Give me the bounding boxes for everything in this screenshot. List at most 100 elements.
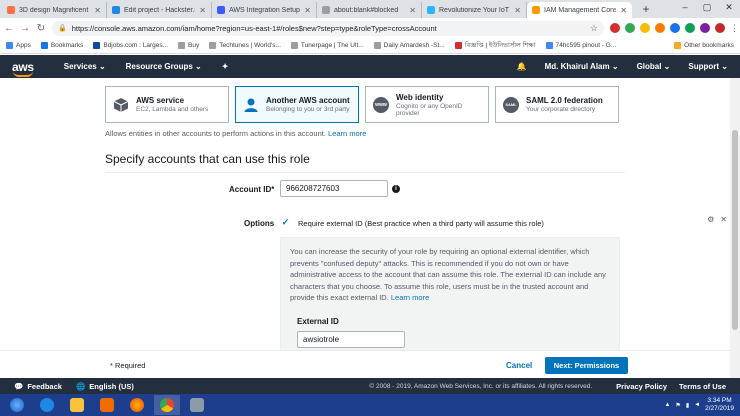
aws-footer: 💬 Feedback 🌐 English (US) © 2008 - 2019, A… bbox=[0, 378, 740, 394]
menu-dots-icon[interactable]: ⋮ bbox=[730, 23, 739, 33]
external-id-input[interactable]: awsiotrole bbox=[297, 331, 405, 348]
tab-title: Edit project - Hackster.io bbox=[124, 6, 196, 14]
new-tab-button[interactable]: + bbox=[638, 1, 654, 17]
close-icon[interactable]: ✕ bbox=[304, 6, 311, 15]
chevron-down-icon: ⌄ bbox=[98, 62, 106, 71]
extension-icon[interactable] bbox=[670, 23, 680, 33]
resource-groups-menu[interactable]: Resource Groups ⌄ bbox=[126, 62, 202, 71]
scrollbar-thumb[interactable] bbox=[732, 130, 738, 330]
internet-explorer-icon bbox=[40, 398, 54, 412]
taskbar-media[interactable] bbox=[94, 395, 120, 415]
tab-favicon-icon bbox=[217, 6, 225, 14]
bookmark-item[interactable]: Techtunes | World's... bbox=[209, 42, 281, 49]
close-icon[interactable]: ✕ bbox=[720, 215, 727, 224]
taskbar-ie[interactable] bbox=[34, 395, 60, 415]
back-icon[interactable]: ← bbox=[4, 23, 14, 34]
other-bookmarks[interactable]: Other bookmarks bbox=[674, 42, 734, 49]
browser-tab-active[interactable]: IAM Management Conso ✕ bbox=[527, 2, 632, 18]
extension-icon[interactable] bbox=[655, 23, 665, 33]
support-menu[interactable]: Support ⌄ bbox=[688, 62, 728, 71]
card-another-aws-account[interactable]: Another AWS account Belonging to you or 3… bbox=[235, 86, 359, 123]
profile-avatar[interactable] bbox=[715, 23, 725, 33]
tab-favicon-icon bbox=[112, 6, 120, 14]
learn-more-link[interactable]: Learn more bbox=[391, 293, 429, 302]
external-id-info-box: You can increase the security of your ro… bbox=[280, 237, 620, 350]
language-selector[interactable]: 🌐 English (US) bbox=[76, 382, 134, 391]
tab-title: about:blank#blocked bbox=[334, 6, 399, 14]
next-permissions-button[interactable]: Next: Permissions bbox=[545, 357, 628, 374]
close-icon[interactable]: ✕ bbox=[514, 6, 521, 15]
feedback-link[interactable]: 💬 Feedback bbox=[14, 382, 62, 391]
aws-logo[interactable]: aws bbox=[12, 60, 34, 77]
info-icon[interactable]: i bbox=[392, 185, 400, 193]
user-menu[interactable]: Md. Khairul Alam ⌄ bbox=[545, 62, 619, 71]
google-icon bbox=[545, 42, 553, 49]
extension-icon[interactable] bbox=[640, 23, 650, 33]
bookmark-item[interactable]: Bdjobs.com : Larges... bbox=[93, 42, 168, 49]
account-id-input[interactable]: 966208727603 bbox=[280, 180, 388, 197]
bookmark-item[interactable]: Daily Amardesh -St... bbox=[373, 42, 445, 49]
browser-tabstrip: 3D design Magnificent K ✕ Edit project - … bbox=[0, 0, 740, 18]
require-external-id-text: Require external ID (Best practice when … bbox=[298, 219, 544, 228]
windows-logo-icon bbox=[10, 398, 24, 412]
taskbar-chrome[interactable] bbox=[154, 395, 180, 415]
browser-tab[interactable]: Edit project - Hackster.io ✕ bbox=[107, 2, 212, 18]
media-player-icon bbox=[100, 398, 114, 412]
bookmark-item[interactable]: Apps bbox=[6, 42, 31, 49]
start-button[interactable] bbox=[4, 395, 30, 415]
bookmark-item[interactable]: Tunerpage | The Ult... bbox=[290, 42, 364, 49]
volume-icon[interactable]: ◄ bbox=[694, 402, 700, 408]
bookmark-favicon-icon bbox=[454, 42, 462, 49]
terms-of-use-link[interactable]: Terms of Use bbox=[679, 382, 726, 391]
network-icon[interactable]: ▮ bbox=[686, 402, 689, 409]
extension-icon[interactable] bbox=[700, 23, 710, 33]
browser-tab[interactable]: 3D design Magnificent K ✕ bbox=[2, 2, 107, 18]
wizard-action-bar: * Required Cancel Next: Permissions bbox=[0, 350, 730, 378]
close-icon[interactable]: ✕ bbox=[409, 6, 416, 15]
allow-description: Allows entities in other accounts to per… bbox=[105, 129, 367, 138]
bookmark-star-icon[interactable]: ☆ bbox=[590, 23, 598, 34]
forward-icon[interactable]: → bbox=[20, 23, 30, 34]
tray-arrow-icon[interactable]: ▲ bbox=[664, 402, 670, 408]
bookmark-item[interactable]: Buy bbox=[178, 42, 199, 49]
close-icon[interactable]: ✕ bbox=[199, 6, 206, 15]
external-id-label: External ID bbox=[297, 317, 339, 326]
taskbar-app[interactable] bbox=[184, 395, 210, 415]
flag-icon[interactable]: ⚑ bbox=[675, 402, 680, 409]
close-icon[interactable]: ✕ bbox=[620, 6, 627, 15]
bookmark-item[interactable]: Bookmarks bbox=[40, 42, 83, 49]
minimize-icon[interactable]: – bbox=[674, 0, 696, 14]
require-external-id-checkbox[interactable]: ✓ bbox=[281, 217, 290, 227]
tab-favicon-icon bbox=[7, 6, 15, 14]
apps-icon bbox=[6, 42, 13, 49]
services-menu[interactable]: Services ⌄ bbox=[64, 62, 106, 71]
extension-icon[interactable] bbox=[610, 23, 620, 33]
extension-icon[interactable] bbox=[685, 23, 695, 33]
taskbar-explorer[interactable] bbox=[64, 395, 90, 415]
taskbar-firefox[interactable] bbox=[124, 395, 150, 415]
pin-icon[interactable]: ✦ bbox=[222, 62, 229, 71]
card-web-identity[interactable]: www Web identity Cognito or any OpenID pr… bbox=[365, 86, 489, 123]
gear-icon[interactable]: ⚙ bbox=[707, 215, 714, 224]
browser-tab[interactable]: about:blank#blocked ✕ bbox=[317, 2, 422, 18]
reload-icon[interactable]: ↻ bbox=[36, 23, 46, 34]
bookmark-item[interactable]: 74hc595 pinout - G... bbox=[545, 42, 616, 49]
close-window-icon[interactable]: ✕ bbox=[718, 0, 740, 14]
page-scrollbar[interactable] bbox=[730, 78, 740, 378]
region-menu[interactable]: Global ⌄ bbox=[637, 62, 671, 71]
learn-more-link[interactable]: Learn more bbox=[328, 129, 366, 138]
card-saml-federation[interactable]: SAML SAML 2.0 federation Your corporate d… bbox=[495, 86, 619, 123]
address-bar[interactable]: 🔒 https://console.aws.amazon.com/iam/hom… bbox=[52, 20, 604, 36]
card-aws-service[interactable]: AWS service EC2, Lambda and others bbox=[105, 86, 229, 123]
bookmark-item[interactable]: বিজ্ঞপ্তি | ইউনিভার্সাল শিক্ষা bbox=[454, 40, 536, 51]
extension-icon[interactable] bbox=[625, 23, 635, 33]
page-icon bbox=[290, 42, 298, 49]
close-icon[interactable]: ✕ bbox=[94, 6, 101, 15]
bell-icon[interactable]: 🔔 bbox=[517, 62, 527, 71]
browser-tab[interactable]: AWS Integration Setup ✕ bbox=[212, 2, 317, 18]
browser-tab[interactable]: Revolutionize Your IoT ✕ bbox=[422, 2, 527, 18]
maximize-icon[interactable]: ▢ bbox=[696, 0, 718, 14]
privacy-policy-link[interactable]: Privacy Policy bbox=[616, 382, 667, 391]
cancel-button[interactable]: Cancel bbox=[506, 361, 532, 370]
clock[interactable]: 3:34 PM 2/27/2019 bbox=[705, 397, 734, 413]
